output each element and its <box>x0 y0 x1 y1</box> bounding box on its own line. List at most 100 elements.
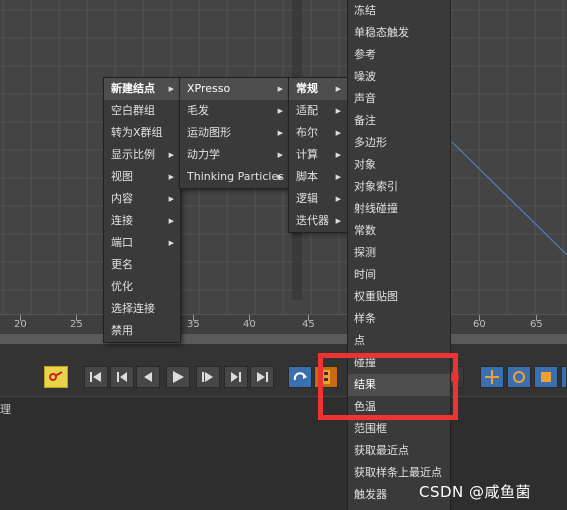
general-node-item-label: 对象索引 <box>354 180 398 193</box>
previous-key-button[interactable] <box>110 366 134 388</box>
next-key-button[interactable] <box>224 366 248 388</box>
context-menu-item-9[interactable]: 优化 <box>104 276 180 298</box>
general-node-item-15[interactable]: 点 <box>348 330 450 352</box>
general-node-item-label: 噪波 <box>354 70 376 83</box>
general-node-item-4[interactable]: 声音 <box>348 88 450 110</box>
general-node-item-label: 点 <box>354 334 365 347</box>
submenu-arrow-icon: ▶ <box>168 151 174 159</box>
general-node-item-20[interactable]: 获取最近点 <box>348 440 450 462</box>
xpresso-item-3[interactable]: 计算 ▶ <box>289 144 347 166</box>
general-node-item-9[interactable]: 射线碰撞 <box>348 198 450 220</box>
general-node-item-19[interactable]: 范围框 <box>348 418 450 440</box>
ruler-tick-label: 65 <box>530 319 543 330</box>
xpresso-item-5[interactable]: 逻辑 ▶ <box>289 188 347 210</box>
submenu-arrow-icon: ▶ <box>335 85 341 93</box>
loop-icon <box>293 372 307 381</box>
timeline-strip[interactable] <box>0 334 567 344</box>
xpresso-item-1[interactable]: 适配 ▶ <box>289 100 347 122</box>
xpresso-item-2[interactable]: 布尔 ▶ <box>289 122 347 144</box>
next-frame-button[interactable] <box>196 366 220 388</box>
status-text: 理 <box>0 403 11 416</box>
general-node-item-5[interactable]: 备注 <box>348 110 450 132</box>
timeline-ruler[interactable]: 202530354045556065 <box>0 314 567 334</box>
ruler-tick-label: 40 <box>243 319 256 330</box>
xpresso-item-6[interactable]: 迭代器 ▶ <box>289 210 347 232</box>
context-menu-item-label: 优化 <box>111 280 133 293</box>
submenu-arrow-icon: ▶ <box>335 195 341 203</box>
general-node-item-23[interactable]: 视图 <box>348 506 450 510</box>
node-type-item-1[interactable]: 毛发 ▶ <box>180 100 289 122</box>
context-menu-item-4[interactable]: 视图 ▶ <box>104 166 180 188</box>
submenu-arrow-icon: ▶ <box>168 173 174 181</box>
context-menu-item-1[interactable]: 空白群组 <box>104 100 180 122</box>
context-menu-item-8[interactable]: 更名 <box>104 254 180 276</box>
xpresso-item-label: 计算 <box>296 148 318 161</box>
general-node-item-label: 单稳态触发 <box>354 26 409 39</box>
submenu-arrow-icon: ▶ <box>277 151 283 159</box>
context-menu-item-label: 新建结点 <box>111 82 155 95</box>
general-node-item-label: 备注 <box>354 114 376 127</box>
node-type-item-4[interactable]: Thinking Particles ▶ <box>180 166 289 188</box>
xpresso-item-label: 常规 <box>296 82 318 95</box>
general-node-item-6[interactable]: 多边形 <box>348 132 450 154</box>
ruler-tick-label: 25 <box>70 319 83 330</box>
go-to-end-button[interactable] <box>250 366 274 388</box>
context-menu-item-10[interactable]: 选择连接 <box>104 298 180 320</box>
xpresso-item-4[interactable]: 脚本 ▶ <box>289 166 347 188</box>
general-node-item-7[interactable]: 对象 <box>348 154 450 176</box>
submenu-arrow-icon: ▶ <box>168 195 174 203</box>
general-node-item-label: 时间 <box>354 268 376 281</box>
general-node-item-label: 获取最近点 <box>354 444 409 457</box>
move-tool-button[interactable] <box>480 366 504 388</box>
context-menu-item-label: 内容 <box>111 192 133 205</box>
playback-toolbar <box>0 344 567 396</box>
context-menu-item-label: 显示比例 <box>111 148 155 161</box>
general-node-item-label: 探测 <box>354 246 376 259</box>
general-node-item-2[interactable]: 参考 <box>348 44 450 66</box>
context-menu-item-0[interactable]: 新建结点 ▶ <box>104 78 180 100</box>
submenu-arrow-icon: ▶ <box>335 217 341 225</box>
record-key-button[interactable] <box>44 366 68 388</box>
general-node-item-1[interactable]: 单稳态触发 <box>348 22 450 44</box>
context-menu-item-5[interactable]: 内容 ▶ <box>104 188 180 210</box>
play-button[interactable] <box>166 366 190 388</box>
context-menu-item-7[interactable]: 端口 ▶ <box>104 232 180 254</box>
general-node-item-11[interactable]: 探测 <box>348 242 450 264</box>
general-node-item-label: 对象 <box>354 158 376 171</box>
context-menu-item-11[interactable]: 禁用 <box>104 320 180 342</box>
ruler-tick-label: 20 <box>14 319 27 330</box>
submenu-arrow-icon: ▶ <box>335 173 341 181</box>
general-node-item-10[interactable]: 常数 <box>348 220 450 242</box>
xpresso-item-0[interactable]: 常规 ▶ <box>289 78 347 100</box>
rotate-tool-button[interactable] <box>507 366 531 388</box>
general-node-item-14[interactable]: 样条 <box>348 308 450 330</box>
context-menu-item-3[interactable]: 显示比例 ▶ <box>104 144 180 166</box>
scale-tool-button[interactable] <box>534 366 558 388</box>
xpresso-item-label: 适配 <box>296 104 318 117</box>
context-menu-item-label: 禁用 <box>111 324 133 337</box>
previous-frame-button[interactable] <box>136 366 160 388</box>
context-menu-item-6[interactable]: 连接 ▶ <box>104 210 180 232</box>
node-type-item-label: Thinking Particles <box>187 170 284 183</box>
general-node-item-13[interactable]: 权重贴图 <box>348 286 450 308</box>
node-type-item-label: 动力学 <box>187 148 220 161</box>
xpresso-item-label: 逻辑 <box>296 192 318 205</box>
highlight-annotation <box>318 353 458 420</box>
submenu-arrow-icon: ▶ <box>335 107 341 115</box>
xpresso-submenu: 常规 ▶ 适配 ▶ 布尔 ▶ 计算 ▶ 脚本 ▶ 逻辑 ▶ 迭代器 ▶ <box>288 77 348 233</box>
go-to-start-button[interactable] <box>84 366 108 388</box>
more-tools-button[interactable] <box>561 366 567 388</box>
context-menu-item-2[interactable]: 转为X群组 <box>104 122 180 144</box>
loop-button[interactable] <box>288 366 312 388</box>
submenu-arrow-icon: ▶ <box>335 129 341 137</box>
general-node-item-3[interactable]: 噪波 <box>348 66 450 88</box>
node-type-item-0[interactable]: XPresso ▶ <box>180 78 289 100</box>
general-node-item-8[interactable]: 对象索引 <box>348 176 450 198</box>
general-node-item-label: 射线碰撞 <box>354 202 398 215</box>
node-type-item-2[interactable]: 运动图形 ▶ <box>180 122 289 144</box>
general-node-item-0[interactable]: 冻结 <box>348 0 450 22</box>
node-type-item-3[interactable]: 动力学 ▶ <box>180 144 289 166</box>
skip-start-icon <box>90 372 101 382</box>
ruler-tick-label: 35 <box>187 319 200 330</box>
general-node-item-12[interactable]: 时间 <box>348 264 450 286</box>
